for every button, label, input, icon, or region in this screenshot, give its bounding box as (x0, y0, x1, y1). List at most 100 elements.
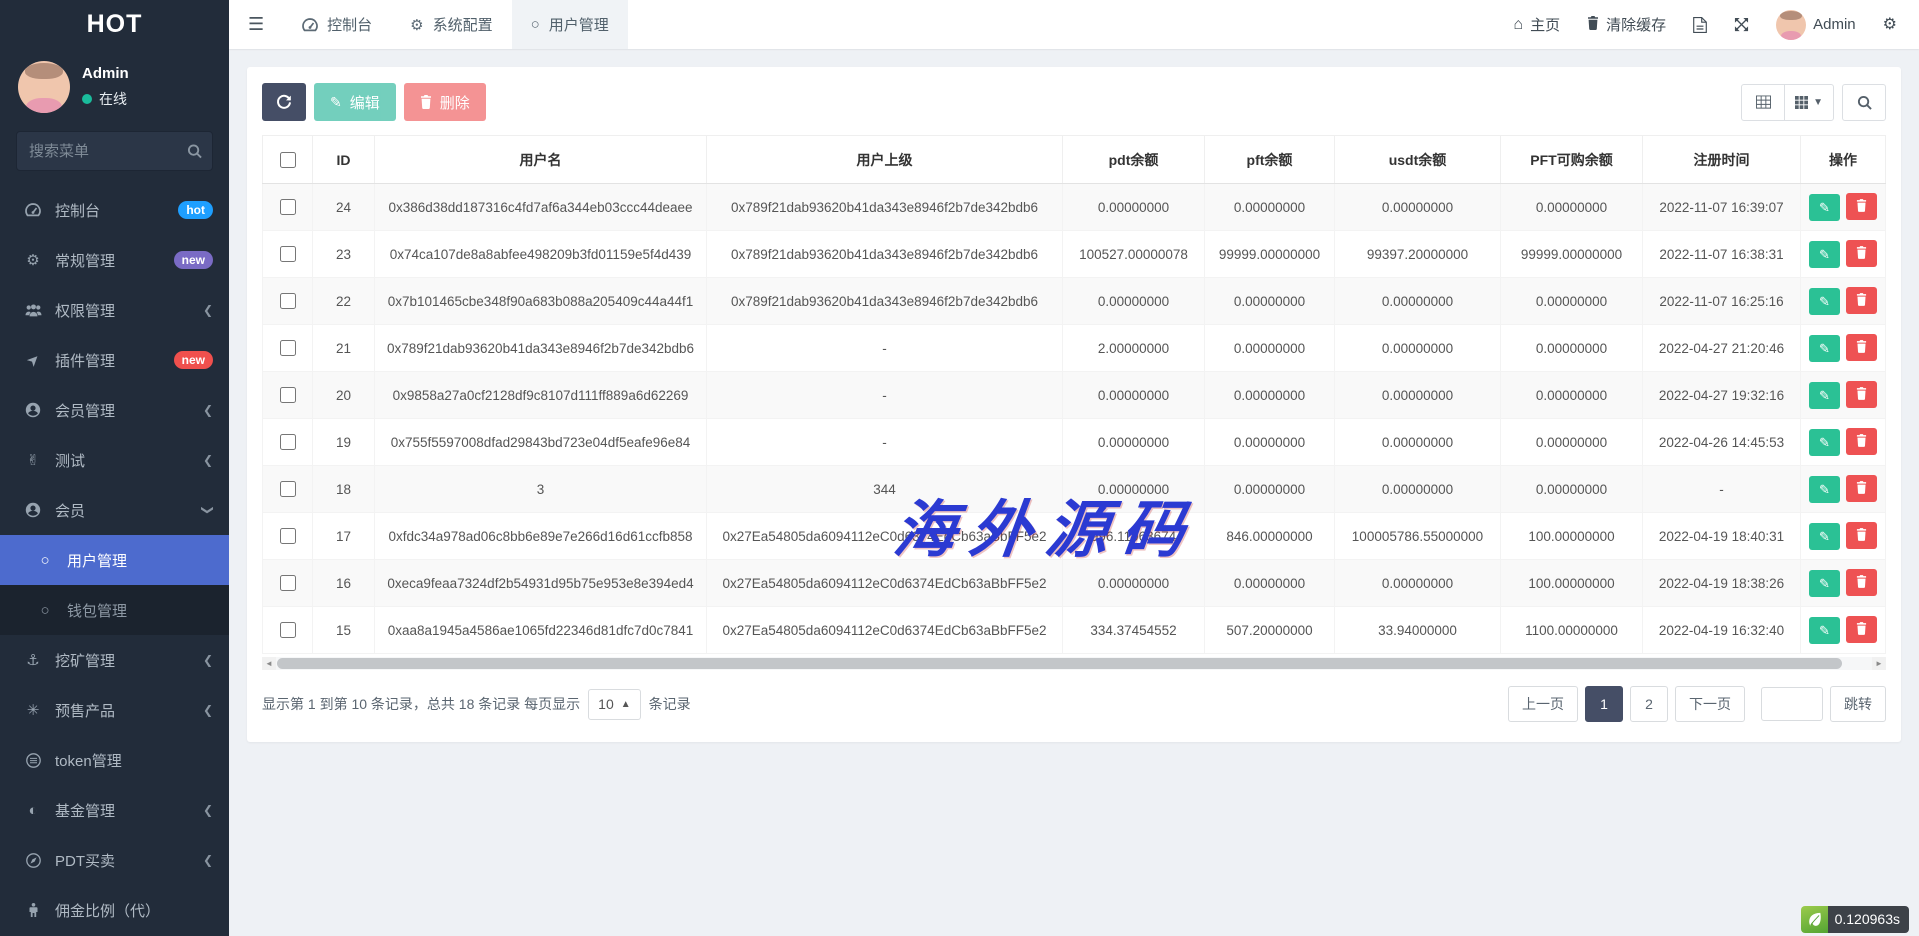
menu-search-input[interactable] (16, 131, 213, 171)
row-checkbox[interactable] (280, 575, 296, 591)
sidebar-item-commission[interactable]: 佣金比例（代） (0, 885, 229, 935)
sidebar-item-presale[interactable]: ✳预售产品❮ (0, 685, 229, 735)
debug-trace-badge[interactable]: 0.120963s (1801, 906, 1909, 933)
row-checkbox[interactable] (280, 246, 296, 262)
row-delete-button[interactable] (1846, 193, 1877, 220)
cell-created: 2022-11-07 16:38:31 (1643, 231, 1801, 278)
row-edit-button[interactable]: ✎ (1809, 523, 1840, 550)
settings-gear-icon[interactable]: ⚙ (1883, 17, 1897, 33)
row-delete-button[interactable] (1846, 569, 1877, 596)
clear-cache-link[interactable]: 清除缓存 (1587, 14, 1666, 35)
table-row: 220x7b101465cbe348f90a683b088a205409c44a… (263, 278, 1886, 325)
sidebar-item-pdt-trade[interactable]: PDT买卖❮ (0, 835, 229, 885)
search-toggle-button[interactable] (1842, 84, 1886, 121)
sidebar-item-member-admin[interactable]: 会员管理❮ (0, 385, 229, 435)
cell-parent: 0x27Ea54805da6094112eC0d6374EdCb63aBbFF5… (707, 607, 1063, 654)
next-page-button[interactable]: 下一页 (1675, 686, 1745, 722)
dashboard-icon (302, 18, 318, 32)
leaf-icon[interactable] (1801, 906, 1828, 933)
topnav: ☰ 控制台 ⚙系统配置○用户管理 ⌂ 主页 清除缓存 Admin ⚙ (229, 0, 1919, 49)
row-checkbox[interactable] (280, 387, 296, 403)
jump-button[interactable]: 跳转 (1830, 686, 1886, 722)
row-edit-button[interactable]: ✎ (1809, 241, 1840, 268)
cell-pft_can_buy: 0.00000000 (1501, 466, 1643, 513)
online-dot-icon (82, 94, 92, 104)
tab-console[interactable]: 控制台 (283, 0, 391, 49)
row-delete-button[interactable] (1846, 381, 1877, 408)
page-button-1[interactable]: 1 (1585, 686, 1623, 722)
sidebar-item-label: 挖矿管理 (55, 650, 115, 671)
columns-table-button[interactable] (1741, 84, 1785, 121)
cell-id: 20 (313, 372, 375, 419)
user-avatar[interactable] (18, 61, 70, 113)
table-row: 230x74ca107de8a8abfee498209b3fd01159e5f4… (263, 231, 1886, 278)
trash-icon (1856, 246, 1867, 262)
row-edit-button[interactable]: ✎ (1809, 429, 1840, 456)
cell-actions: ✎ (1801, 607, 1886, 654)
row-edit-button[interactable]: ✎ (1809, 617, 1840, 644)
cell-id: 24 (313, 184, 375, 231)
prev-page-button[interactable]: 上一页 (1508, 686, 1578, 722)
row-delete-button[interactable] (1846, 287, 1877, 314)
column-header: 用户上级 (707, 136, 1063, 184)
row-delete-button[interactable] (1846, 240, 1877, 267)
select-all-checkbox[interactable] (280, 152, 296, 168)
cell-pft_can_buy: 100.00000000 (1501, 560, 1643, 607)
cell-pft: 0.00000000 (1205, 560, 1335, 607)
scrollbar-thumb[interactable] (277, 658, 1842, 669)
sidebar-item-test[interactable]: ✌测试❮ (0, 435, 229, 485)
jump-page-input[interactable] (1761, 687, 1823, 721)
sidebar-item-wallet-admin[interactable]: ○钱包管理 (0, 585, 229, 635)
scroll-right-arrow-icon[interactable]: ► (1872, 657, 1886, 670)
row-checkbox[interactable] (280, 340, 296, 356)
user-status: 在线 (82, 89, 129, 109)
fullscreen-icon[interactable] (1734, 17, 1749, 32)
cell-id: 22 (313, 278, 375, 325)
sidebar-item-token[interactable]: token管理 (0, 735, 229, 785)
tab-sysconfig[interactable]: ⚙系统配置 (391, 0, 511, 49)
delete-button[interactable]: 删除 (404, 83, 486, 121)
row-delete-button[interactable] (1846, 616, 1877, 643)
row-delete-button[interactable] (1846, 428, 1877, 455)
cell-pdt: 334.37454552 (1063, 607, 1205, 654)
home-link[interactable]: ⌂ 主页 (1513, 14, 1560, 35)
tab-label: 控制台 (327, 14, 372, 35)
page-button-2[interactable]: 2 (1630, 686, 1668, 722)
sidebar-item-auth[interactable]: 权限管理❮ (0, 285, 229, 335)
row-checkbox[interactable] (280, 528, 296, 544)
language-doc-icon[interactable] (1693, 17, 1707, 33)
row-delete-button[interactable] (1846, 475, 1877, 502)
row-checkbox[interactable] (280, 434, 296, 450)
scroll-left-arrow-icon[interactable]: ◄ (262, 657, 276, 670)
row-checkbox[interactable] (280, 199, 296, 215)
sidebar-item-member[interactable]: 会员❯ (0, 485, 229, 535)
row-checkbox[interactable] (280, 481, 296, 497)
row-edit-button[interactable]: ✎ (1809, 288, 1840, 315)
sidebar-item-user-admin[interactable]: ○用户管理 (0, 535, 229, 585)
row-checkbox[interactable] (280, 293, 296, 309)
row-edit-button[interactable]: ✎ (1809, 476, 1840, 503)
row-delete-button[interactable] (1846, 334, 1877, 361)
row-edit-button[interactable]: ✎ (1809, 335, 1840, 362)
sidebar-item-addons[interactable]: ➤插件管理new (0, 335, 229, 385)
sidebar-item-console[interactable]: 控制台hot (0, 185, 229, 235)
tab-user-admin[interactable]: ○用户管理 (512, 0, 628, 49)
sidebar-item-general[interactable]: ⚙常规管理new (0, 235, 229, 285)
view-grid-button[interactable]: ▼ (1784, 84, 1834, 121)
row-delete-button[interactable] (1846, 522, 1877, 549)
trash-icon (1587, 16, 1599, 34)
row-edit-button[interactable]: ✎ (1809, 570, 1840, 597)
row-edit-button[interactable]: ✎ (1809, 382, 1840, 409)
horizontal-scrollbar[interactable]: ◄ ► (262, 657, 1886, 670)
sidebar-item-mining[interactable]: ⚓挖矿管理❮ (0, 635, 229, 685)
nav-user[interactable]: Admin (1776, 10, 1856, 40)
edit-button[interactable]: ✎ 编辑 (314, 83, 396, 121)
row-edit-button[interactable]: ✎ (1809, 194, 1840, 221)
cell-select (263, 184, 313, 231)
trash-icon (1856, 387, 1867, 403)
page-size-select[interactable]: 10 ▲ (588, 689, 640, 720)
sidebar-item-fund[interactable]: ◐基金管理❮ (0, 785, 229, 835)
row-checkbox[interactable] (280, 622, 296, 638)
sidebar-toggle-icon[interactable]: ☰ (229, 0, 283, 49)
refresh-button[interactable] (262, 83, 306, 121)
